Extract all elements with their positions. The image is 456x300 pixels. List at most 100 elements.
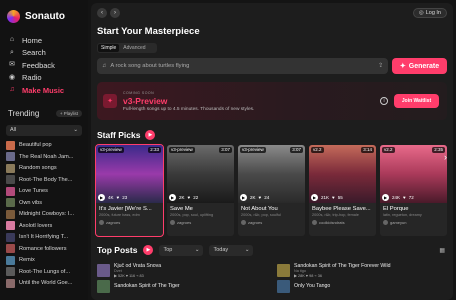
playlist-label: Remix [19,257,35,264]
cover-thumbnail [277,263,290,277]
cover-art: v3-preview 2:33 ▶ 4K ♥ 23 [96,145,163,203]
info-icon[interactable]: i [380,97,388,105]
song-author[interactable]: zagroes [241,220,302,225]
nav-item-home[interactable]: ⌂ Home [0,34,88,47]
carousel-next-icon[interactable]: › [444,152,447,162]
login-label: Log In [425,9,441,16]
list-item[interactable]: Axolotl lovers [0,220,88,232]
topbar: ‹ › ◎ Log In [91,3,453,18]
nav-label: Home [22,35,43,45]
play-icon[interactable]: ▶ [240,194,247,201]
forward-button[interactable]: › [110,7,120,18]
nav-item-radio[interactable]: ◉ Radio [0,72,88,85]
chevron-down-icon: ⌄ [194,247,200,253]
playlist-label: Root-The Body The... [19,176,73,183]
sort-value: Top [163,247,173,253]
song-author[interactable]: zagroes [99,220,160,225]
list-item[interactable]: Kjuč od Vrata Snova Dvet ▶ 52K ♥ 116 ⌁ 8… [97,262,261,278]
feedback-icon: ✉ [9,61,15,69]
song-author[interactable]: gameyun [383,220,444,225]
sidebar: Sonauto ⌂ Home ⌕ Search ✉ Feedback ◉ Radio ♫… [0,0,88,300]
card-stats: ▶ 2K ♥ 22 [169,194,232,201]
list-item[interactable]: Remix [0,255,88,267]
cover-art: v2.2 3:14 ▶ 21K ♥ 55 [309,145,376,203]
song-card[interactable]: v3-preview 3:07 ▶ 2K ♥ 22 Save Me 2000s,… [167,145,234,236]
song-card[interactable]: v2.2 3:14 ▶ 21K ♥ 55 Baybee Please Save.… [309,145,376,236]
nav-item-make-music[interactable]: ♫ Make Music [0,84,88,97]
nav-item-search[interactable]: ⌕ Search [0,47,88,60]
avatar [170,220,175,225]
logo[interactable]: Sonauto [0,6,88,26]
cover-thumbnail [97,279,110,293]
prompt-input[interactable]: ♫ A rock song about turtles flying ⇪ [97,58,388,74]
list-item[interactable]: Love Tunes [0,186,88,198]
play-count: 2K [179,195,185,200]
top-posts-column: Sandokan Spirit of The Tiger Forever Wil… [277,262,441,294]
list-item[interactable]: Midnight Cowboys: I... [0,209,88,221]
playlist-thumbnail [6,278,15,288]
list-item[interactable]: Until the World Goe... [0,278,88,290]
heart-icon[interactable]: ♥ [188,195,191,200]
tab-advanced[interactable]: Advanced [120,44,148,52]
playlist-thumbnail [6,232,15,242]
play-icon[interactable]: ▶ [311,194,318,201]
heart-icon[interactable]: ♥ [259,195,262,200]
prompt-placeholder: A rock song about turtles flying [110,63,190,69]
list-item[interactable]: Sandokan Spirit of The Tiger Forever Wil… [277,262,441,278]
song-author[interactable]: coolkidsndrats [312,220,373,225]
mode-tabs: Simple Advanced [97,43,157,53]
upload-icon[interactable]: ⇪ [378,63,383,69]
play-all-button[interactable]: ▶ [145,130,156,140]
song-tags: 2000s, r&b, pop, soulful [241,213,281,217]
list-item[interactable]: Own vibs [0,197,88,209]
list-item[interactable]: Isn't It Horrifying T... [0,232,88,244]
add-playlist-button[interactable]: + Playlist [55,110,82,117]
back-button[interactable]: ‹ [97,7,107,18]
song-author[interactable]: zagroes [170,220,231,225]
playlist-label: Own vibs [19,199,43,206]
heart-icon[interactable]: ♥ [332,195,335,200]
song-card[interactable]: v3-preview 3:07 ▶ 2K ♥ 24 Not About You … [238,145,305,236]
post-title: Only You Tango [294,283,331,289]
generate-button[interactable]: ✦ Generate [392,58,447,74]
song-card[interactable]: v2.2 2:35 ▶ 24K ♥ 72 El Porque latin, re… [380,145,447,236]
v3-preview-banner: ✦ COMING SOON v3-Preview Full-length son… [97,82,447,120]
timeframe-select[interactable]: Today ⌄ [209,244,254,256]
heart-icon[interactable]: ♥ [403,195,406,200]
sort-select[interactable]: Top ⌄ [159,244,204,256]
song-tags: 2000s, future bass, edm [99,213,140,217]
nav-item-feedback[interactable]: ✉ Feedback [0,59,88,72]
list-item[interactable]: Only You Tango [277,278,441,294]
song-title: Baybee Please Save... [312,206,371,212]
list-item[interactable]: Root-The Lungs of... [0,266,88,278]
nav-label: Radio [22,73,42,83]
playlist-thumbnail [6,163,15,173]
play-all-button[interactable]: ▶ [143,245,154,255]
list-item[interactable]: Sandokan Spirit of The Tiger [97,278,261,294]
trending-filter-select[interactable]: All ⌄ [6,124,82,136]
list-item[interactable]: Random songs [0,163,88,175]
login-button[interactable]: ◎ Log In [412,7,447,18]
like-count: 24 [264,195,270,200]
heart-icon[interactable]: ♥ [117,195,120,200]
song-title: El Porque [383,206,409,212]
list-item[interactable]: Beautiful pop [0,140,88,152]
play-icon[interactable]: ▶ [98,194,105,201]
playlist-thumbnail [6,198,15,208]
list-item[interactable]: Romance followers [0,243,88,255]
card-stats: ▶ 2K ♥ 24 [240,194,303,201]
list-item[interactable]: The Real Noah Jam... [0,151,88,163]
music-icon: ♫ [9,86,15,94]
play-icon[interactable]: ▶ [382,194,389,201]
song-card[interactable]: v3-preview 2:33 ▶ 4K ♥ 23 It's Javier [W… [95,144,164,237]
join-waitlist-button[interactable]: Join Waitlist [394,94,439,108]
play-icon[interactable]: ▶ [169,194,176,201]
generate-label: Generate [408,62,440,70]
playlist-label: Romance followers [19,245,67,252]
list-item[interactable]: Root-The Body The... [0,174,88,186]
grid-view-icon[interactable]: ▦ [439,247,445,254]
logo-icon [7,9,20,23]
post-title: Sandokan Spirit of The Tiger Forever Wil… [294,262,391,269]
like-count: 72 [408,195,414,200]
tab-simple[interactable]: Simple [98,44,120,52]
